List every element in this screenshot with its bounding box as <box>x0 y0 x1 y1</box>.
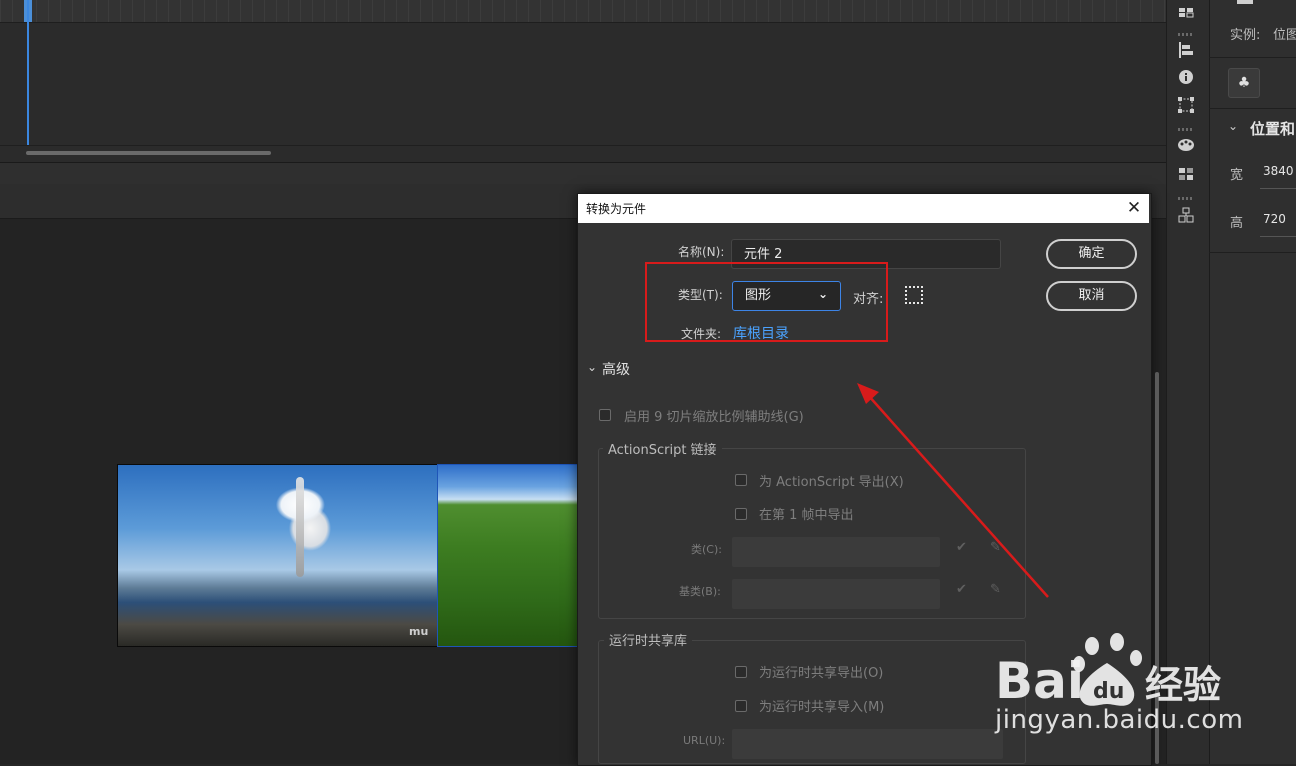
registration-grid-icon[interactable] <box>905 286 923 304</box>
library-icon[interactable] <box>1177 165 1195 183</box>
red-highlight-box <box>645 262 888 342</box>
align-icon[interactable] <box>1177 41 1195 59</box>
divider <box>1209 108 1296 109</box>
url-label: URL(U): <box>683 734 726 747</box>
class-field <box>732 537 940 567</box>
export-frame1-label: 在第 1 帧中导出 <box>759 508 854 523</box>
color-palette-icon[interactable] <box>1177 136 1195 154</box>
properties-panel <box>1209 0 1296 764</box>
cancel-button[interactable]: 取消 <box>1046 281 1137 311</box>
info-icon[interactable] <box>1177 68 1195 86</box>
close-icon[interactable]: ✕ <box>1124 197 1144 219</box>
url-field <box>732 729 1003 759</box>
baidu-jingyan-url: jingyan.baidu.com <box>995 705 1244 735</box>
transform-icon[interactable] <box>1177 96 1195 114</box>
height-field[interactable]: 720 <box>1263 212 1286 226</box>
height-field-underline <box>1260 236 1296 237</box>
divider <box>1209 252 1296 253</box>
components-icon[interactable] <box>1177 206 1195 224</box>
swatches-icon[interactable] <box>1177 0 1195 18</box>
export-actionscript-checkbox[interactable] <box>735 474 747 486</box>
nine-slice-label: 启用 9 切片缩放比例辅助线(G) <box>624 410 804 425</box>
runtime-export-label: 为运行时共享导出(O) <box>759 666 884 681</box>
swap-symbol-button[interactable]: ♣ <box>1228 68 1260 98</box>
runtime-import-label: 为运行时共享导入(M) <box>759 700 885 715</box>
base-class-label: 基类(B): <box>679 585 721 598</box>
timeline-scrollbar[interactable] <box>26 151 271 155</box>
properties-header-icon <box>1237 0 1253 4</box>
volcano-plume <box>296 477 304 577</box>
forest-bitmap[interactable] <box>437 464 581 647</box>
playhead-line <box>27 0 29 145</box>
ok-button[interactable]: 确定 <box>1046 239 1137 269</box>
width-field[interactable]: 3840 <box>1263 164 1294 178</box>
club-icon: ♣ <box>1237 75 1251 91</box>
chevron-down-icon[interactable]: ⌄ <box>587 360 597 374</box>
panel-tool-strip <box>1166 0 1209 764</box>
check-icon: ✔ <box>956 540 967 555</box>
width-label: 宽 <box>1230 168 1244 183</box>
instance-label: 实例: <box>1230 28 1261 43</box>
nine-slice-checkbox[interactable] <box>599 409 611 421</box>
runtime-export-checkbox[interactable] <box>735 666 747 678</box>
name-label: 名称(N): <box>678 245 725 259</box>
export-frame1-checkbox[interactable] <box>735 508 747 520</box>
pencil-icon: ✎ <box>990 540 1001 555</box>
chevron-down-icon[interactable]: ⌄ <box>1228 119 1238 133</box>
timeline-divider <box>0 145 1166 146</box>
class-label: 类(C): <box>691 543 722 556</box>
runtime-import-checkbox[interactable] <box>735 700 747 712</box>
position-size-section-title[interactable]: 位置和 <box>1250 118 1295 139</box>
image-watermark: mu <box>409 625 429 638</box>
width-field-underline <box>1260 188 1296 189</box>
divider <box>1209 57 1296 58</box>
pencil-icon: ✎ <box>990 582 1001 597</box>
height-label: 高 <box>1230 216 1244 231</box>
panel-grip[interactable] <box>1178 33 1194 36</box>
dialog-title: 转换为元件 <box>586 202 647 216</box>
advanced-section-toggle[interactable]: 高级 <box>602 359 630 379</box>
panel-grip[interactable] <box>1178 197 1194 200</box>
timeline-panel <box>0 0 1166 162</box>
volcano-bitmap[interactable] <box>117 464 439 647</box>
runtime-group-title: 运行时共享库 <box>604 630 693 649</box>
panel-grip[interactable] <box>1178 128 1194 131</box>
check-icon: ✔ <box>956 582 967 597</box>
export-actionscript-label: 为 ActionScript 导出(X) <box>759 475 904 490</box>
dialog-titlebar[interactable] <box>578 194 1149 223</box>
base-class-field <box>732 579 940 609</box>
panel-divider <box>0 162 1166 185</box>
actionscript-group-title: ActionScript 链接 <box>603 439 722 458</box>
instance-type-value: 位图 <box>1273 28 1296 43</box>
frame-ruler[interactable] <box>0 0 1166 23</box>
